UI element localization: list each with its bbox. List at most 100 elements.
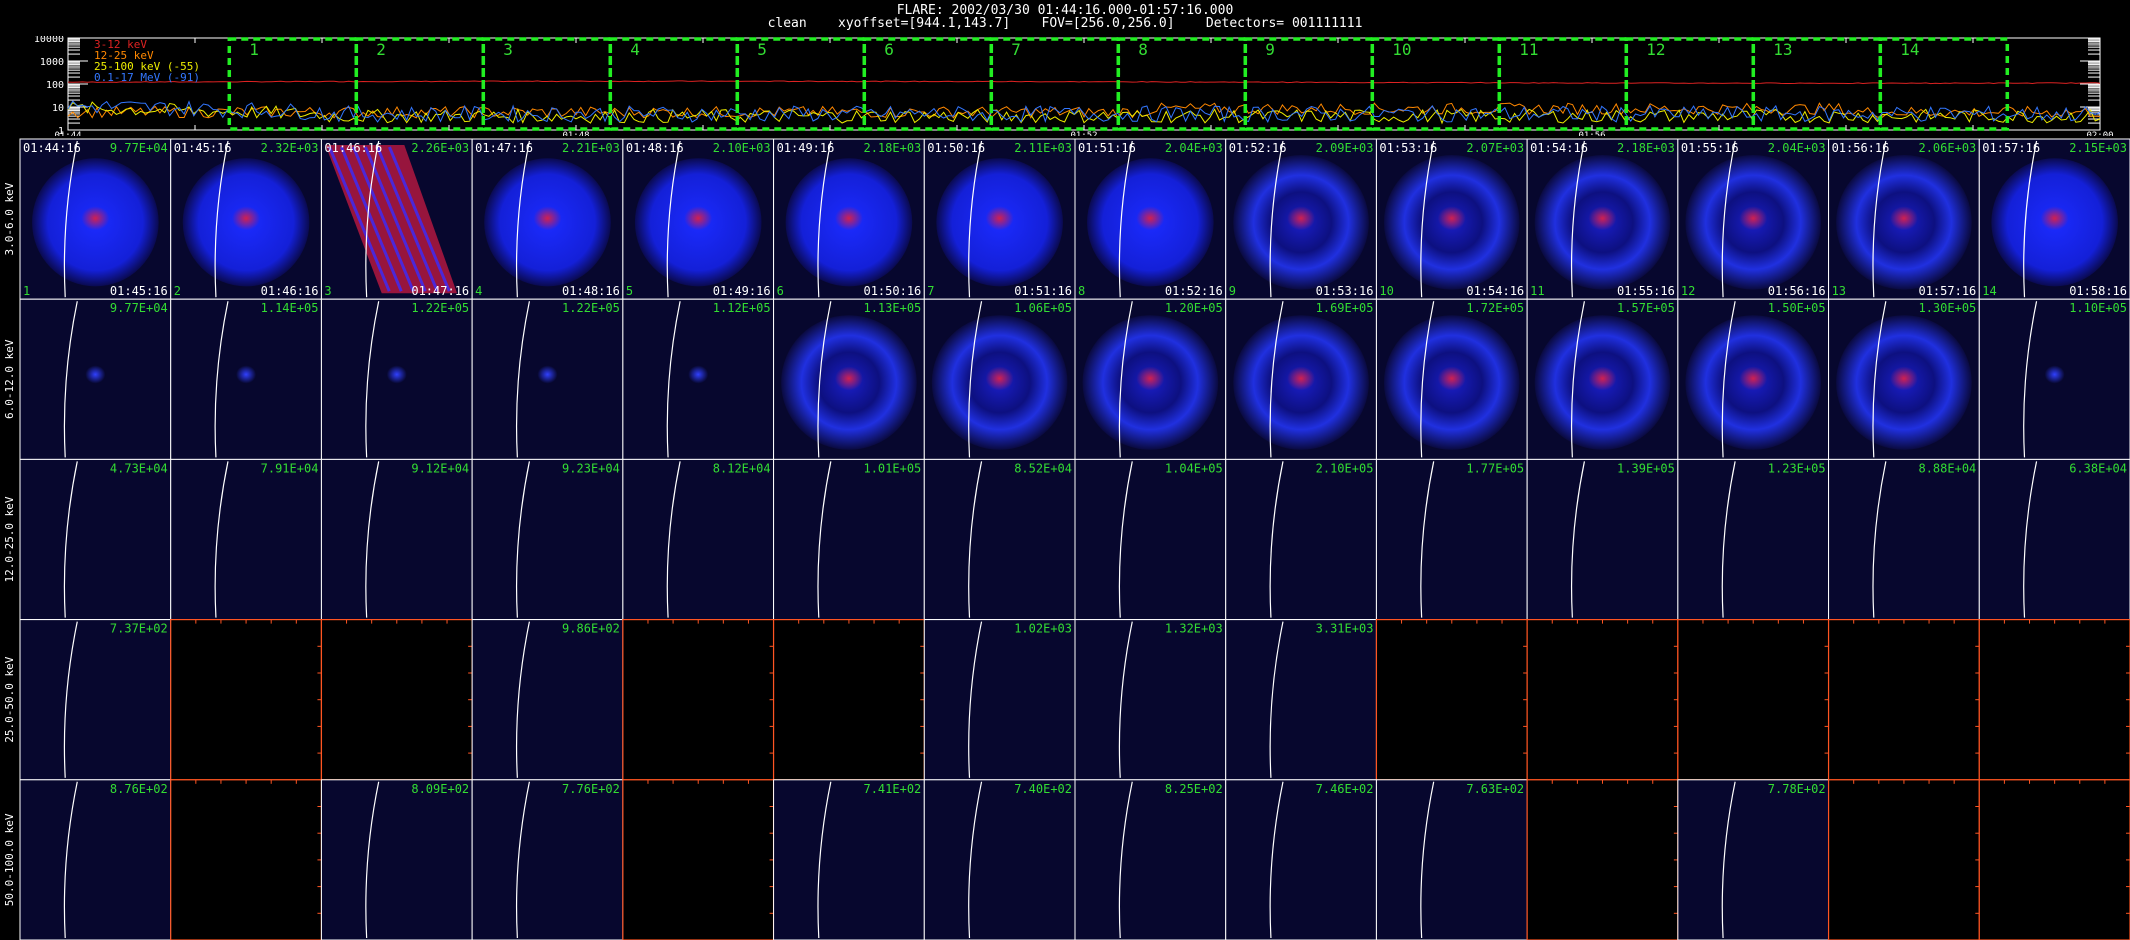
panel-end-time: 01:54:16 [1466,284,1524,298]
panel-interval-number: 1 [23,284,30,298]
panel-end-time: 01:47:16 [411,284,469,298]
panel-background [19,458,172,621]
panel-background [1225,458,1377,621]
image-panel: 1.69E+05 [1225,298,1377,460]
image-panel: 7.78E+02 [1677,779,1830,940]
panel-background [1225,779,1377,940]
panel-background [1677,458,1830,621]
panel-start-time: 01:57:16 [1982,141,2040,155]
panel-interval-number: 7 [927,284,934,298]
image-panel: 7.40E+02 [923,779,1076,940]
panel-background [1375,458,1528,621]
panel-interval-number: 4 [475,284,482,298]
panel-max-value: 1.06E+05 [1014,301,1072,315]
panel-max-value: 7.91E+04 [261,461,319,475]
image-panel: 2.10E+03 01:48:16 01:49:16 5 [622,138,775,300]
emission-core [1287,366,1316,391]
image-panel: 1.77E+05 [1375,458,1528,621]
panel-background [923,619,1076,781]
panel-background [1074,458,1227,621]
panel-start-time: 01:44:16 [23,141,81,155]
empty-panel-frame [1526,779,1679,940]
panel-background [923,779,1076,940]
empty-panel-frame [1827,618,1980,781]
panel-end-time: 01:55:16 [1617,284,1675,298]
panel-start-time: 01:54:16 [1530,141,1588,155]
panel-background [1074,619,1227,781]
image-panel: 1.39E+05 [1526,458,1679,621]
image-panel: 1.13E+05 [773,298,925,460]
panel-max-value: 3.31E+03 [1316,622,1374,636]
panel-background [19,779,172,940]
panel-interval-number: 6 [777,284,784,298]
emission-source [688,365,709,384]
panel-max-value: 7.40E+02 [1014,782,1072,796]
panel-max-value: 1.20E+05 [1165,301,1223,315]
panel-max-value: 2.07E+03 [1466,141,1524,155]
panel-end-time: 01:48:16 [562,284,620,298]
panel-max-value: 1.57E+05 [1617,301,1675,315]
image-grid: 3.0-6.0 keV 9.77E+04 01:44:16 01:45:16 1 2.32… [3,138,2130,940]
panel-max-value: 2.15E+03 [2069,141,2127,155]
image-panel: 2.10E+05 [1225,458,1377,621]
panel-max-value: 9.77E+04 [110,141,168,155]
emission-core [1136,206,1165,231]
emission-core [533,206,562,231]
panel-max-value: 2.11E+03 [1014,141,1072,155]
panel-interval-number: 5 [626,284,633,298]
image-panel: 9.12E+04 [320,458,473,621]
panel-max-value: 8.52E+04 [1014,461,1072,475]
image-panel: 1.72E+05 [1375,298,1528,460]
panel-max-value: 1.39E+05 [1617,461,1675,475]
panel-max-value: 6.38E+04 [2069,461,2127,475]
panel-max-value: 2.21E+03 [562,141,620,155]
image-panel: 8.88E+04 [1828,458,1980,621]
panel-max-value: 7.78E+02 [1768,782,1826,796]
emission-core [1437,206,1466,231]
panel-background [320,458,473,621]
panel-max-value: 2.04E+03 [1768,141,1826,155]
panel-background [773,458,925,621]
panel-max-value: 9.77E+04 [110,301,168,315]
panel-max-value: 8.25E+02 [1165,782,1223,796]
panel-interval-number: 2 [174,284,181,298]
image-panel [622,779,775,940]
image-panel [170,779,323,940]
panel-max-value: 7.63E+02 [1466,782,1524,796]
image-panel: 1.32E+03 [1074,619,1227,781]
panel-interval-number: 14 [1982,284,1996,298]
panel-end-time: 01:51:16 [1014,284,1072,298]
panel-end-time: 01:46:16 [261,284,319,298]
panel-max-value: 1.23E+05 [1768,461,1826,475]
panel-max-value: 7.46E+02 [1316,782,1374,796]
panel-max-value: 9.12E+04 [411,461,469,475]
panel-max-value: 1.02E+03 [1014,622,1072,636]
image-panel: 8.09E+02 [320,779,473,940]
image-panel: 1.01E+05 [773,458,925,621]
panel-background [622,458,775,621]
empty-panel-frame [622,779,775,940]
emission-core [1287,206,1316,231]
image-panel: 2.18E+03 01:54:16 01:55:16 11 [1526,138,1679,300]
image-panel [1978,779,2130,940]
panel-start-time: 01:48:16 [626,141,684,155]
image-panel: 9.77E+04 01:44:16 01:45:16 1 [19,138,172,300]
panel-max-value: 2.18E+03 [1617,141,1675,155]
image-panel: 3.31E+03 [1225,619,1377,781]
empty-panel-frame [170,779,323,940]
image-panel: 1.57E+05 [1526,298,1679,460]
image-panel: 8.25E+02 [1074,779,1227,940]
empty-panel-frame [1827,779,1980,940]
image-panel [320,618,473,781]
emission-core [684,206,713,231]
image-panel: 7.91E+04 [170,458,322,621]
panel-max-value: 1.10E+05 [2069,301,2127,315]
panel-background [19,619,172,781]
panel-interval-number: 12 [1681,284,1695,298]
emission-core [2040,206,2069,231]
panel-max-value: 2.32E+03 [261,141,319,155]
image-panel: 2.21E+03 01:47:16 01:48:16 4 [471,138,624,300]
emission-core [985,206,1014,231]
panel-background [320,779,473,940]
panel-interval-number: 3 [324,284,331,298]
